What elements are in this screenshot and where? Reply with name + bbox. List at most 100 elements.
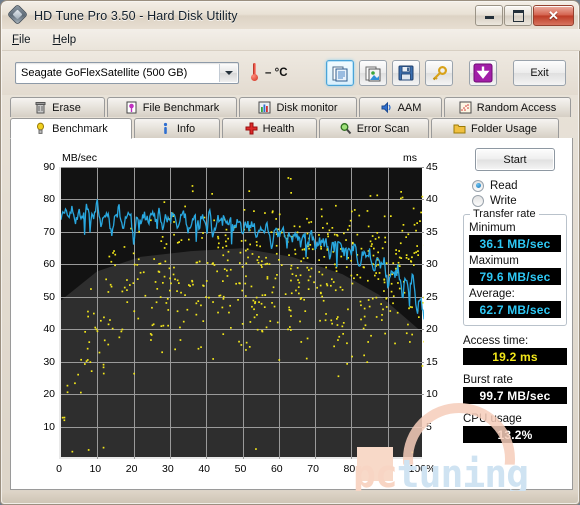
document-copy-icon (332, 66, 347, 81)
tab-erase[interactable]: Erase (10, 97, 105, 117)
app-window: HD Tune Pro 3.50 - Hard Disk Utility ✕ F… (0, 0, 580, 505)
y-tick-10: 10 (43, 420, 55, 433)
screenshot-button[interactable] (359, 60, 387, 86)
x-tick-70: 70 (307, 463, 319, 475)
average-value-box: 62.7 MB/sec (469, 301, 561, 318)
folder-icon (453, 122, 466, 135)
tab-error-scan-label: Error Scan (356, 122, 410, 135)
x-tick-10: 10 (89, 463, 102, 475)
x-tick-40: 40 (198, 463, 211, 475)
minimum-value: 36.1 MB/sec (479, 236, 551, 251)
y-tick-30: 30 (43, 355, 55, 368)
radio-write-label: Write (490, 194, 517, 207)
y-tick-90: 90 (43, 161, 55, 173)
y-tick-50: 50 (43, 290, 55, 303)
scatter-icon (459, 101, 472, 114)
exit-button[interactable]: Exit (513, 60, 566, 86)
window-controls: ✕ (475, 5, 574, 26)
x-tick-100%: 100% (408, 463, 436, 475)
transfer-rate-group: Transfer rate Minimum 36.1 MB/sec Maximu… (463, 208, 567, 326)
close-icon: ✕ (548, 8, 559, 23)
tab-health[interactable]: Health (222, 118, 317, 138)
radio-read[interactable]: Read (472, 178, 567, 193)
tab-benchmark-label: Benchmark (52, 122, 108, 135)
toolbar: Seagate GoFlexSatellite (500 GB) – °C Ex… (2, 51, 578, 95)
mode-radio-group: Read Write (463, 178, 567, 208)
benchmark-panel: MB/sec ms 10 20 30 40 50 60 70 80 90 5 10 15 20 25 30… (10, 138, 573, 490)
radio-read-label: Read (490, 179, 518, 192)
copy-to-clipboard-button[interactable] (326, 60, 354, 86)
x-tick-50: 50 (234, 463, 247, 475)
y2-tick-20: 20 (426, 323, 438, 336)
menu-item-help[interactable]: Help (53, 34, 77, 46)
device-select[interactable]: Seagate GoFlexSatellite (500 GB) (15, 62, 239, 84)
options-button[interactable] (425, 60, 453, 86)
y2-tick-40: 40 (426, 193, 438, 206)
tab-erase-label: Erase (52, 101, 81, 114)
tab-folder-usage[interactable]: Folder Usage (431, 118, 559, 138)
minimize-button[interactable] (475, 5, 503, 26)
y-tick-40: 40 (43, 323, 55, 336)
start-button[interactable]: Start (475, 148, 555, 171)
trash-icon (34, 101, 47, 114)
chart-data-layer (61, 177, 424, 454)
tab-benchmark[interactable]: Benchmark (10, 118, 132, 139)
image-copy-icon (365, 66, 380, 81)
access-time-value-box: 19.2 ms (463, 348, 567, 365)
y2-tick-5: 5 (426, 420, 432, 433)
average-value: 62.7 MB/sec (479, 302, 551, 317)
cpu-usage-label: CPU usage (463, 413, 522, 425)
tab-aam[interactable]: AAM (359, 97, 442, 117)
minimum-value-box: 36.1 MB/sec (469, 235, 561, 252)
x-tick-90: 90 (379, 463, 392, 475)
window-bottom-edge (2, 491, 578, 503)
y2-tick-15: 15 (426, 355, 438, 368)
access-time-label: Access time: (463, 335, 529, 347)
radio-write[interactable]: Write (472, 193, 567, 208)
transfer-rate-title: Transfer rate (470, 208, 539, 220)
tab-aam-label: AAM (397, 101, 422, 114)
cpu-usage-value: 13.2% (497, 427, 533, 442)
hard-disk-icon (8, 5, 27, 24)
close-button[interactable]: ✕ (533, 5, 574, 26)
exit-button-label: Exit (530, 67, 549, 79)
burst-rate-value-box: 99.7 MB/sec (463, 387, 567, 404)
benchmark-chart (59, 167, 424, 459)
lightbulb-icon (34, 122, 47, 135)
tab-disk-monitor[interactable]: Disk monitor (239, 97, 357, 117)
x-tick-80: 80 (343, 463, 356, 475)
bar-chart-icon (258, 101, 271, 114)
key-icon (432, 65, 447, 80)
radio-read-dot (472, 179, 484, 192)
tab-random-access-label: Random Access (476, 101, 557, 114)
average-label: Average: (469, 288, 515, 300)
temperature-value: – °C (265, 67, 288, 79)
radio-write-dot (472, 194, 484, 207)
tab-row-secondary: Erase File Benchmark Disk monitor AAM Ra… (10, 97, 573, 118)
chevron-down-icon[interactable] (219, 64, 237, 82)
download-button[interactable] (469, 60, 497, 86)
maximum-value-box: 79.6 MB/sec (469, 268, 561, 285)
cpu-usage-block: CPU usage 13.2% (463, 413, 567, 443)
thermometer-icon (249, 62, 259, 84)
tab-row-primary: Benchmark Info Health Error Scan Folder … (10, 118, 573, 139)
tab-file-benchmark[interactable]: File Benchmark (107, 97, 237, 117)
menu-bar: File Help (2, 29, 580, 51)
speaker-icon (380, 101, 393, 114)
minimize-icon (484, 13, 494, 19)
tab-random-access[interactable]: Random Access (444, 97, 571, 117)
maximize-icon (512, 9, 524, 22)
tab-error-scan[interactable]: Error Scan (319, 118, 429, 138)
cpu-usage-value-box: 13.2% (463, 426, 567, 443)
maximize-button[interactable] (504, 5, 532, 26)
red-cross-icon (245, 122, 258, 135)
menu-item-file[interactable]: File (12, 34, 31, 46)
tab-disk-monitor-label: Disk monitor (276, 101, 338, 114)
save-button[interactable] (392, 60, 420, 86)
x-tick-30: 30 (162, 463, 174, 475)
x-tick-20: 20 (125, 463, 138, 475)
access-time-value: 19.2 ms (492, 349, 538, 364)
y2-tick-45: 45 (426, 161, 438, 173)
title-bar: HD Tune Pro 3.50 - Hard Disk Utility ✕ (2, 2, 578, 29)
tab-info[interactable]: Info (134, 118, 220, 138)
